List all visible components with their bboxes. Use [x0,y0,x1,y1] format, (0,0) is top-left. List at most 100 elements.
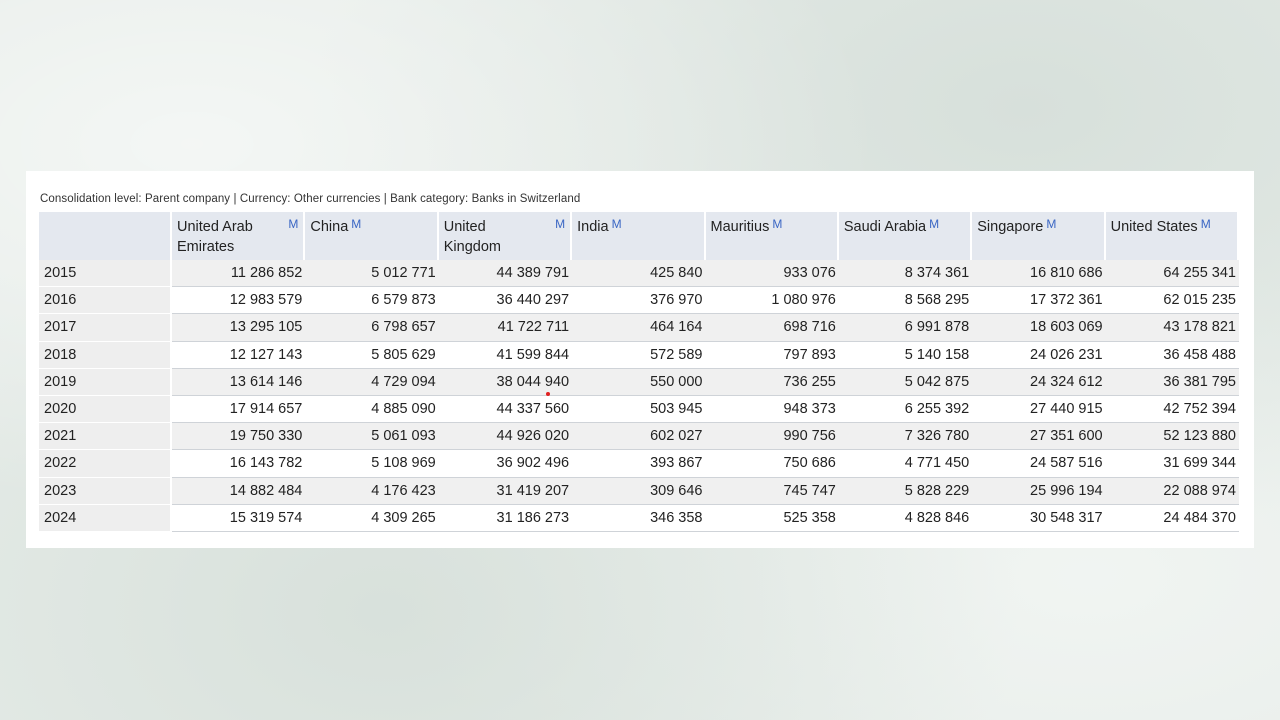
table-cell-value: 309 646 [572,477,706,505]
table-cell-value: 62 015 235 [1105,287,1239,315]
table-cell-value: 22 088 974 [1105,477,1239,505]
table-body: 2015 11 286 852 5 012 771 44 389 791 425 840… [39,260,1239,532]
table-cell-value: 948 373 [705,395,839,424]
row-year-label: 2023 [39,477,172,505]
table-cell-value: 11 286 852 [172,260,306,288]
table-cell-value: 41 599 844 [438,341,573,369]
column-header-label-line2: Kingdom [443,239,501,255]
table-cell-value: 346 358 [572,504,706,532]
table-cell-value: 6 798 657 [305,314,439,342]
table-cell-value: 602 027 [572,423,706,451]
table-row: 2021 19 750 330 5 061 093 44 926 020 602 027… [39,423,1239,451]
metadata-m-badge[interactable]: M [1046,217,1056,231]
table-cell-value: 24 587 516 [972,450,1106,478]
table-cell-value: 44 337 560 [438,395,573,424]
table-cell-value: 7 326 780 [838,423,973,451]
column-header[interactable]: United States M [1105,212,1239,260]
table-cell-value: 4 176 423 [305,477,439,505]
table-cell-value: 31 699 344 [1105,450,1239,478]
row-year-label: 2024 [39,504,172,532]
column-header[interactable]: United M Kingdom [438,212,573,260]
column-header-label: United [443,219,486,235]
table-cell-value: 6 579 873 [305,287,439,315]
table-cell-value: 8 374 361 [838,260,973,288]
table-cell-value: 15 319 574 [172,504,306,532]
table-cell-value: 27 351 600 [972,423,1106,451]
column-header[interactable]: Singapore M [972,212,1106,260]
table-cell-value: 43 178 821 [1105,314,1239,342]
table-cell-value: 393 867 [572,450,706,478]
table-cell-value: 750 686 [705,450,839,478]
table-cell-value: 4 729 094 [305,368,439,396]
column-header[interactable]: China M [305,212,439,260]
table-cell-value: 745 747 [705,477,839,505]
column-header[interactable]: Mauritius M [705,212,839,260]
table-cell-value: 31 419 207 [438,477,573,505]
table-cell-value: 25 996 194 [972,477,1106,505]
table-cell-value: 38 044 940 [438,368,573,396]
table-row: 2023 14 882 484 4 176 423 31 419 207 309 646… [39,477,1239,505]
column-header-label: Mauritius [710,219,770,235]
table-row: 2015 11 286 852 5 012 771 44 389 791 425 840… [39,260,1239,288]
metadata-m-badge[interactable]: M [929,217,939,231]
column-header-label: United Arab [177,219,253,235]
table-cell-value: 4 309 265 [305,504,439,532]
table-cell-value: 30 548 317 [972,504,1106,532]
row-year-label: 2021 [39,423,172,451]
data-table-panel: Consolidation level: Parent company | Cu… [26,171,1254,548]
table-row: 2019 13 614 146 4 729 094 38 044 940 550 000… [39,368,1239,396]
metadata-m-badge[interactable]: M [351,217,361,231]
row-year-label: 2018 [39,341,172,369]
column-header-label: Singapore [977,219,1044,235]
table-cell-value: 13 614 146 [172,368,306,396]
table-cell-value: 17 372 361 [972,287,1106,315]
table-cell-value: 14 882 484 [172,477,306,505]
column-header-label: Saudi Arabia [843,219,927,235]
column-header[interactable]: United Arab M Emirates [172,212,306,260]
metadata-m-badge[interactable]: M [772,217,782,231]
table-cell-value: 736 255 [705,368,839,396]
table-cell-value: 572 589 [572,341,706,369]
table-cell-value: 4 828 846 [838,504,973,532]
table-cell-value: 797 893 [705,341,839,369]
column-header-label: United States [1110,219,1198,235]
metadata-m-badge[interactable]: M [555,214,565,234]
table-cell-value: 36 458 488 [1105,341,1239,369]
table-cell-value: 990 756 [705,423,839,451]
table-cell-value: 19 750 330 [172,423,306,451]
table-cell-value: 17 914 657 [172,395,306,424]
table-cell-value: 1 080 976 [705,287,839,315]
table-row: 2020 17 914 657 4 885 090 44 337 560 503 945… [39,395,1239,424]
column-header[interactable]: India M [572,212,706,260]
column-header-label: India [577,219,609,235]
table-cell-value: 6 991 878 [838,314,973,342]
table-cell-value: 4 771 450 [838,450,973,478]
table-cell-value: 5 828 229 [838,477,973,505]
table-cell-value: 44 389 791 [438,260,573,288]
row-year-label: 2020 [39,395,172,424]
metadata-m-badge[interactable]: M [288,214,298,234]
table-cell-value: 12 127 143 [172,341,306,369]
row-year-label: 2019 [39,368,172,396]
table-cell-value: 4 885 090 [305,395,439,424]
table-cell-value: 933 076 [705,260,839,288]
table-cell-value: 36 381 795 [1105,368,1239,396]
table-cell-value: 36 902 496 [438,450,573,478]
table-cell-value: 13 295 105 [172,314,306,342]
column-header[interactable]: Saudi Arabia M [838,212,973,260]
metadata-m-badge[interactable]: M [612,217,622,231]
table-cell-value: 464 164 [572,314,706,342]
table-cell-value: 31 186 273 [438,504,573,532]
row-year-label: 2022 [39,450,172,478]
row-year-label: 2016 [39,287,172,315]
table-row: 2017 13 295 105 6 798 657 41 722 711 464 164… [39,314,1239,342]
table-cell-value: 64 255 341 [1105,260,1239,288]
table-cell-value: 5 108 969 [305,450,439,478]
table-cell-value: 550 000 [572,368,706,396]
table-cell-value: 41 722 711 [438,314,573,342]
table-cell-value: 425 840 [572,260,706,288]
metadata-m-badge[interactable]: M [1201,217,1211,231]
data-table: United Arab M Emirates China M United M Kingdom… [39,212,1239,532]
column-header-label: China [310,219,349,235]
table-cell-value: 27 440 915 [972,395,1106,424]
